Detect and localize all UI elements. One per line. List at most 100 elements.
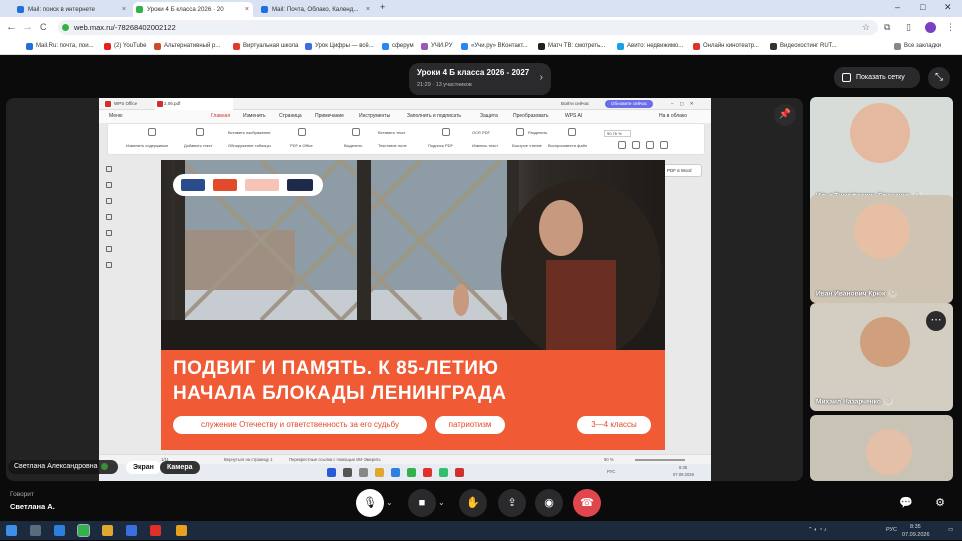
bookmark[interactable]: УЧИ.РУ <box>421 38 452 55</box>
pdf-to-office-icon[interactable] <box>298 128 306 136</box>
toolbar-label[interactable]: Текстовое поле <box>378 143 407 148</box>
os-lang[interactable]: РУС <box>886 521 897 540</box>
thumbnails-icon[interactable] <box>106 166 112 172</box>
record-button[interactable]: ◉ <box>535 489 563 517</box>
edge-icon[interactable] <box>54 525 65 536</box>
close-icon[interactable]: × <box>245 2 249 17</box>
back-button[interactable]: ← <box>6 21 17 33</box>
wps-menu-item[interactable]: Страница <box>279 110 302 123</box>
toolbar-label[interactable]: Воспроизвести файл <box>548 143 587 148</box>
bookmark[interactable]: «Учи.ру» ВКонтакт... <box>461 38 528 55</box>
bookmark[interactable]: Видеохостинг RUT... <box>770 38 837 55</box>
show-grid-button[interactable]: Показать сетку <box>834 67 920 88</box>
camera-button[interactable]: ■ <box>408 489 436 517</box>
share-screen-button[interactable]: ⇪ <box>498 489 526 517</box>
toolbar-label[interactable]: OCR PDF <box>472 130 490 135</box>
maximize-button[interactable]: □ <box>920 0 925 15</box>
tray-icons[interactable]: ⌃ ◐ ◔ ♪ <box>808 521 827 540</box>
toolbar-label[interactable]: Изменить содержимое <box>126 143 168 148</box>
participant-tile[interactable] <box>810 415 953 481</box>
toolbar-label[interactable]: Выделить <box>344 143 362 148</box>
wps-menu-item[interactable]: Заполнить и подписать <box>407 110 461 123</box>
view-icon[interactable] <box>646 141 654 149</box>
app-icon[interactable] <box>176 525 187 536</box>
annotation-icon[interactable] <box>106 198 112 204</box>
wps-signin[interactable]: Войти сейчас <box>561 98 589 110</box>
close-icon[interactable]: × <box>366 2 370 17</box>
all-bookmarks[interactable]: Все закладки <box>894 38 941 55</box>
search-icon[interactable] <box>30 525 41 536</box>
view-icon[interactable] <box>660 141 668 149</box>
wps-file-tab[interactable]: 2.06.pdf <box>155 98 233 110</box>
toolbar-label[interactable]: Вставить изображение <box>228 130 271 135</box>
close-icon[interactable]: × <box>122 2 126 17</box>
raise-hand-button[interactable]: ✋ <box>459 489 487 517</box>
profile-avatar[interactable] <box>925 22 936 33</box>
wps-menu-item[interactable]: Примечание <box>315 110 344 123</box>
browser-tab[interactable]: Mail: поиск в интернете × <box>14 2 130 17</box>
chat-button[interactable]: 💬 <box>892 489 920 517</box>
chevron-down-icon[interactable]: ⌄ <box>438 498 445 507</box>
view-icon[interactable] <box>618 141 626 149</box>
minimize-button[interactable]: – <box>895 0 900 15</box>
chevron-down-icon[interactable]: ⌄ <box>386 498 393 507</box>
mic-button[interactable]: 🎙 <box>356 489 384 517</box>
collapse-button[interactable]: ⤡ <box>928 67 950 89</box>
wps-menu-item[interactable]: На в облако <box>659 110 687 123</box>
screen-chip[interactable]: Экран <box>126 461 161 474</box>
bookmark[interactable]: сферум <box>382 38 414 55</box>
camera-chip[interactable]: Камера <box>160 461 200 474</box>
yandex-icon[interactable] <box>150 525 161 536</box>
zoom-slider[interactable] <box>635 459 685 461</box>
wps-menu-item[interactable]: Инструменты <box>359 110 390 123</box>
zoom-field[interactable]: 90,76 % <box>604 130 631 137</box>
wps-menu-item[interactable]: Изменить <box>243 110 266 123</box>
toolbar-label[interactable]: Обнаружение таблицы <box>228 143 271 148</box>
more-options-button[interactable]: ⋯ <box>926 311 946 331</box>
wps-menu-item[interactable]: Главная <box>211 110 231 124</box>
add-text-icon[interactable] <box>196 128 204 136</box>
store-icon[interactable] <box>126 525 137 536</box>
menu-icon[interactable]: ⋮ <box>946 21 955 33</box>
end-call-button[interactable]: ☎ <box>573 489 601 517</box>
bookmark[interactable]: (2) YouTube <box>104 38 146 55</box>
bookmark[interactable]: Матч ТВ: смотреть... <box>538 38 605 55</box>
signature-icon[interactable] <box>106 246 112 252</box>
comment-icon[interactable] <box>106 214 112 220</box>
wps-menu-item[interactable]: Преобразовать <box>513 110 549 123</box>
new-tab-button[interactable]: + <box>380 0 385 15</box>
bookmark[interactable]: Урок Цифры — всё... <box>305 38 374 55</box>
toolbar-label[interactable]: Разделить <box>528 130 547 135</box>
bookmark[interactable]: Альтернативный р... <box>154 38 220 55</box>
wps-update-button[interactable]: Обновите сейчас <box>605 100 654 108</box>
participant-tile[interactable]: Илья Тимофеевич Глущенко✕ <box>810 97 953 205</box>
meeting-title-card[interactable]: Уроки 4 Б класса 2026 - 2027 21:29 · 13 … <box>409 63 551 95</box>
bookmark-icon[interactable] <box>106 182 112 188</box>
browser-tab-active[interactable]: Уроки 4 Б класса 2026 · 20 × <box>133 2 253 17</box>
extensions-icon[interactable]: ⧉ <box>884 21 890 33</box>
edit-content-icon[interactable] <box>148 128 156 136</box>
os-clock-date[interactable]: 07.09.2026 <box>902 529 930 541</box>
sidebar-icon[interactable]: ▯ <box>906 21 911 33</box>
folder-icon[interactable] <box>102 525 113 536</box>
wps-menu-item[interactable]: Защита <box>480 110 498 123</box>
chrome-icon[interactable] <box>77 524 90 537</box>
participant-tile[interactable]: Иван Иванович Крюк ✕ <box>810 195 953 303</box>
close-window-button[interactable]: ✕ <box>944 0 952 15</box>
bookmark[interactable]: Виртуальная школа <box>233 38 298 55</box>
settings-button[interactable]: ⚙ <box>926 489 954 517</box>
toolbar-label[interactable]: Добавить текст <box>184 143 212 148</box>
search-icon[interactable] <box>516 128 524 136</box>
bookmark[interactable]: Авито: недвижимо... <box>617 38 683 55</box>
start-icon[interactable] <box>6 525 17 536</box>
wps-window-controls[interactable]: –▢✕ <box>671 98 700 110</box>
browser-tab[interactable]: Mail: Почта, Облако, Календ... × <box>258 2 374 17</box>
toolbar-label[interactable]: Подпись PDF <box>428 143 453 148</box>
forward-button[interactable]: → <box>22 21 33 33</box>
notification-icon[interactable]: ▭ <box>948 521 953 540</box>
wps-menu-item[interactable]: Меню <box>109 110 123 123</box>
toolbar-label[interactable]: Вставить текст <box>378 130 406 135</box>
toolbar-label[interactable]: Извлечь текст <box>472 143 498 148</box>
bookmark[interactable]: Онлайн кинотеатр... <box>693 38 759 55</box>
wps-menu-item[interactable]: WPS AI <box>565 110 582 123</box>
